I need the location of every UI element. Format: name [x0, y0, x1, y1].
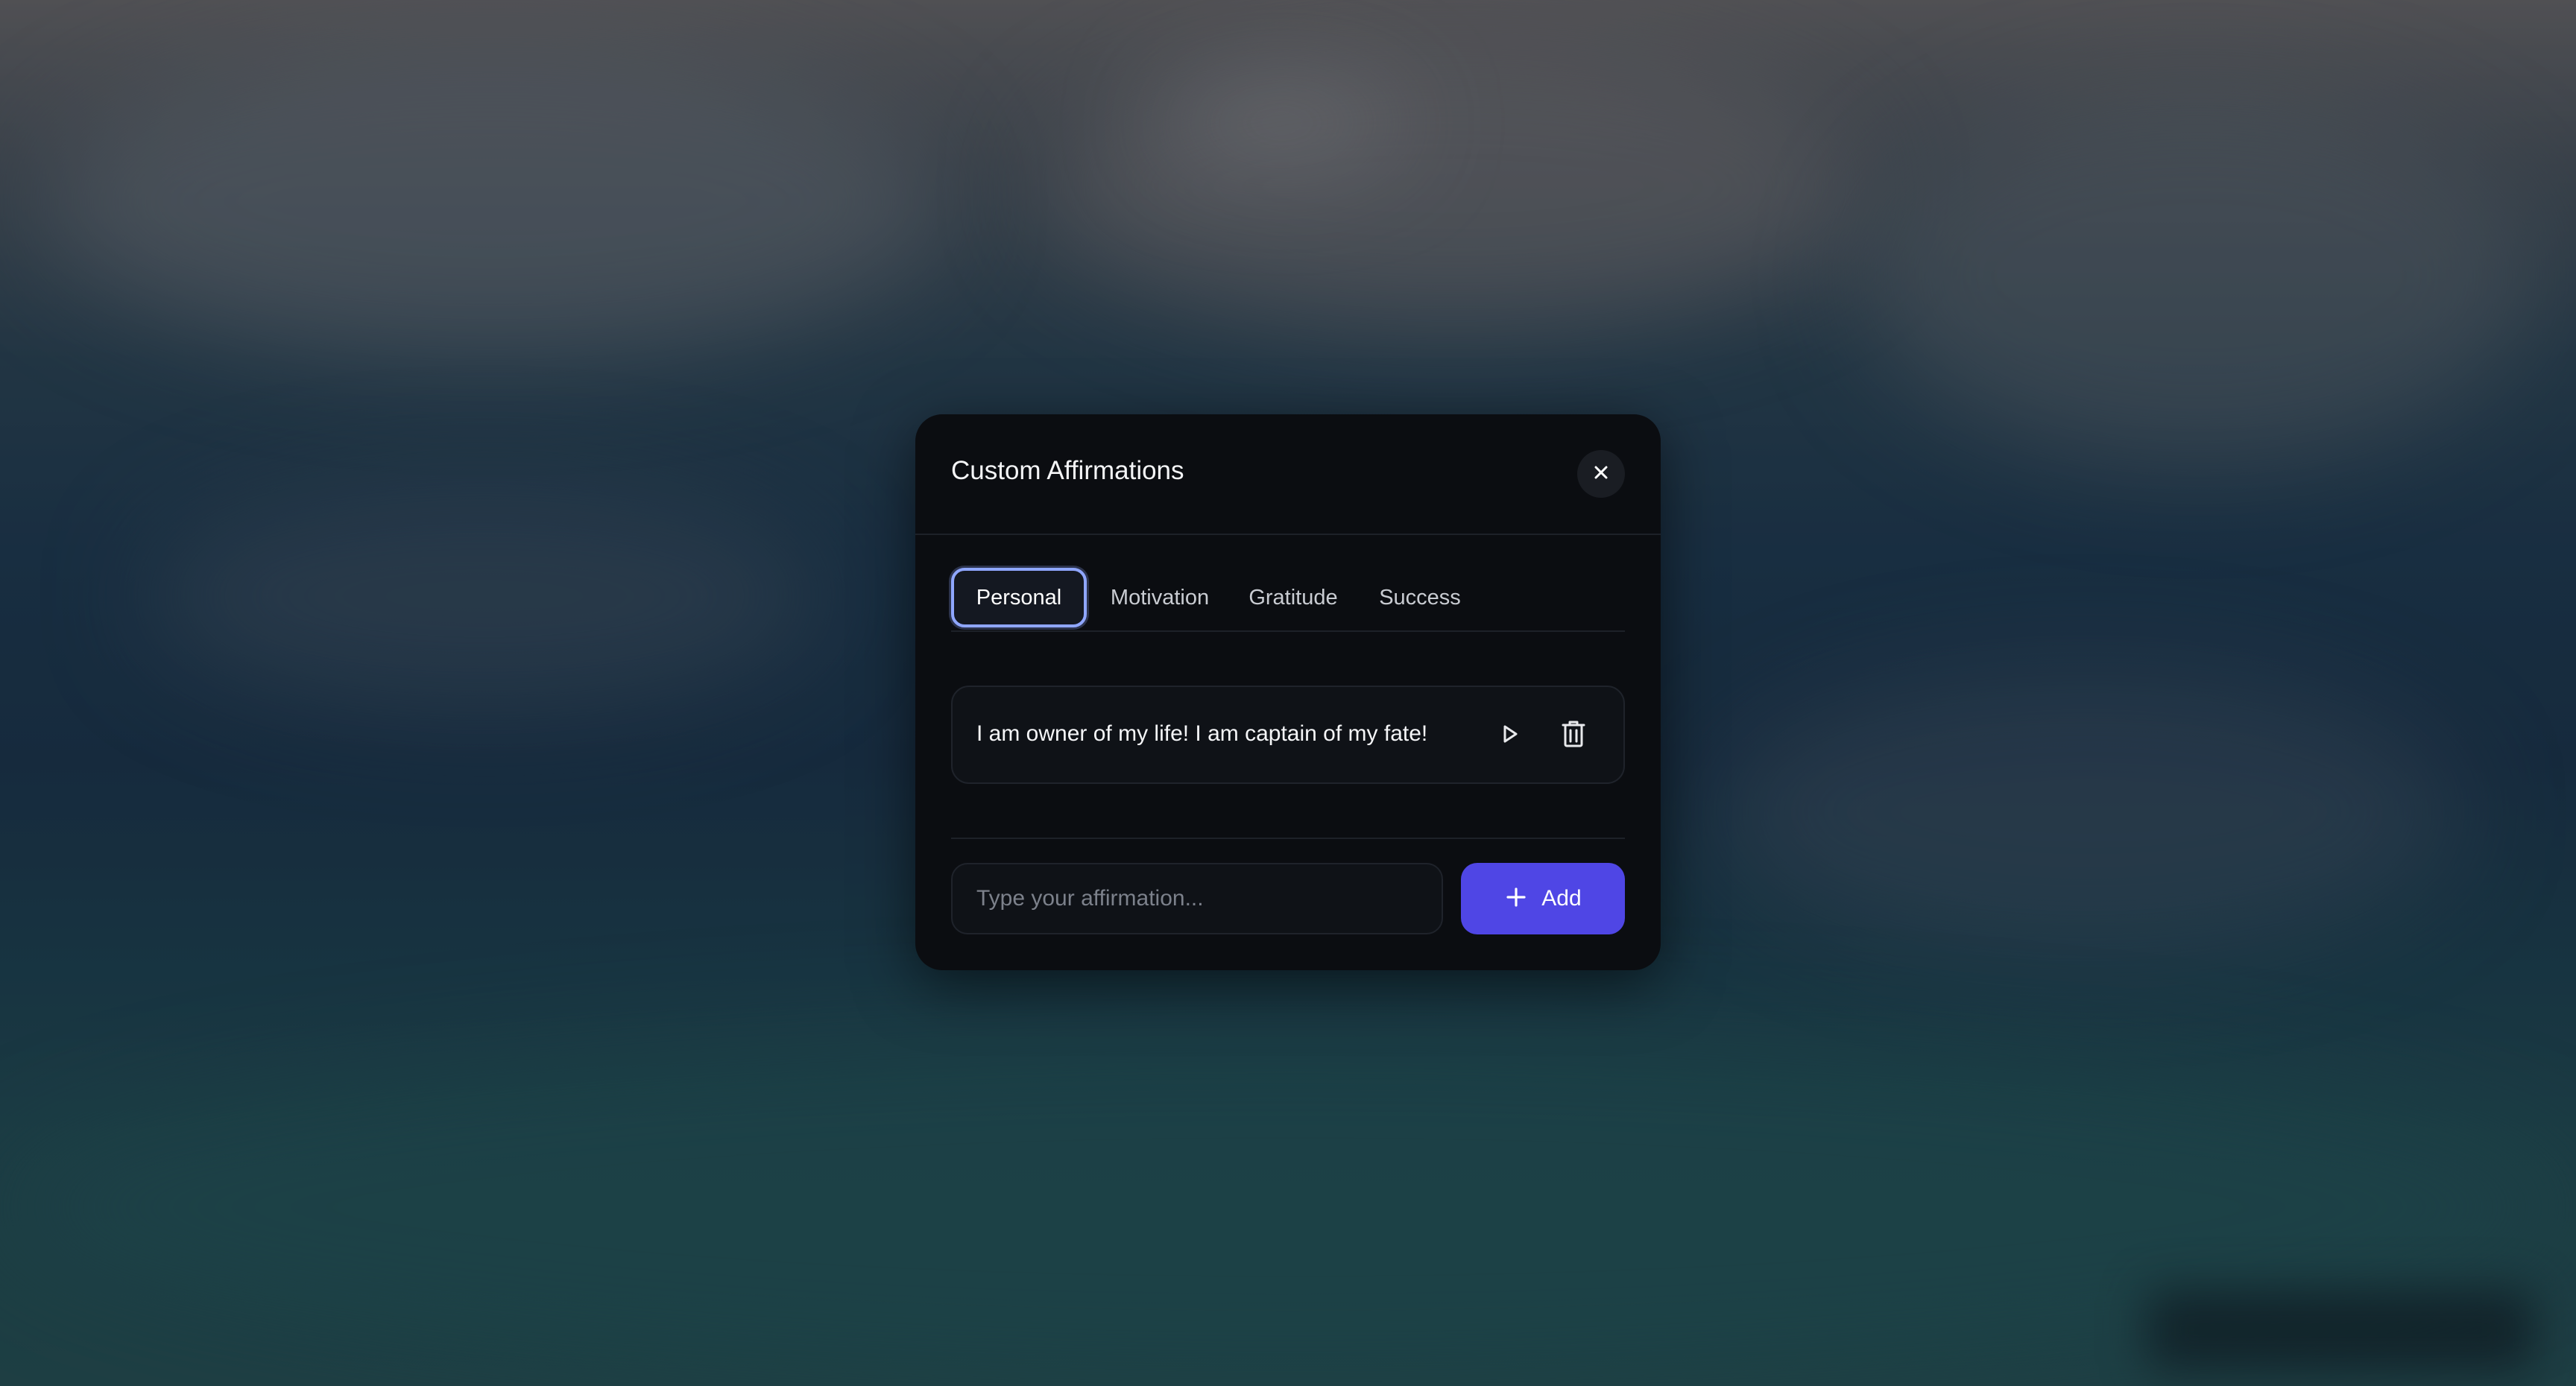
play-icon	[1498, 723, 1521, 749]
plus-icon	[1504, 885, 1528, 913]
tab-gratitude[interactable]: Gratitude	[1237, 568, 1349, 627]
tab-motivation[interactable]: Motivation	[1100, 568, 1219, 627]
trash-icon	[1560, 719, 1587, 753]
modal-title: Custom Affirmations	[951, 456, 1184, 485]
category-tabs: Personal Motivation Gratitude Success	[951, 568, 1625, 632]
close-button[interactable]	[1577, 450, 1625, 498]
affirmation-item: I am owner of my life! I am captain of m…	[951, 686, 1625, 784]
affirmation-input[interactable]	[953, 864, 1442, 933]
tab-personal[interactable]: Personal	[951, 568, 1087, 627]
delete-affirmation-button[interactable]	[1553, 715, 1594, 756]
tab-success[interactable]: Success	[1366, 568, 1474, 627]
affirmation-text: I am owner of my life! I am captain of m…	[976, 721, 1428, 746]
add-affirmation-button[interactable]: Add	[1461, 863, 1625, 934]
divider	[951, 838, 1625, 839]
custom-affirmations-modal: Custom Affirmations Personal Motivation …	[915, 414, 1661, 970]
play-affirmation-button[interactable]	[1489, 715, 1530, 756]
close-icon	[1591, 463, 1611, 486]
affirmation-input-wrapper	[951, 863, 1443, 934]
modal-header: Custom Affirmations	[915, 414, 1661, 535]
add-button-label: Add	[1541, 886, 1582, 911]
